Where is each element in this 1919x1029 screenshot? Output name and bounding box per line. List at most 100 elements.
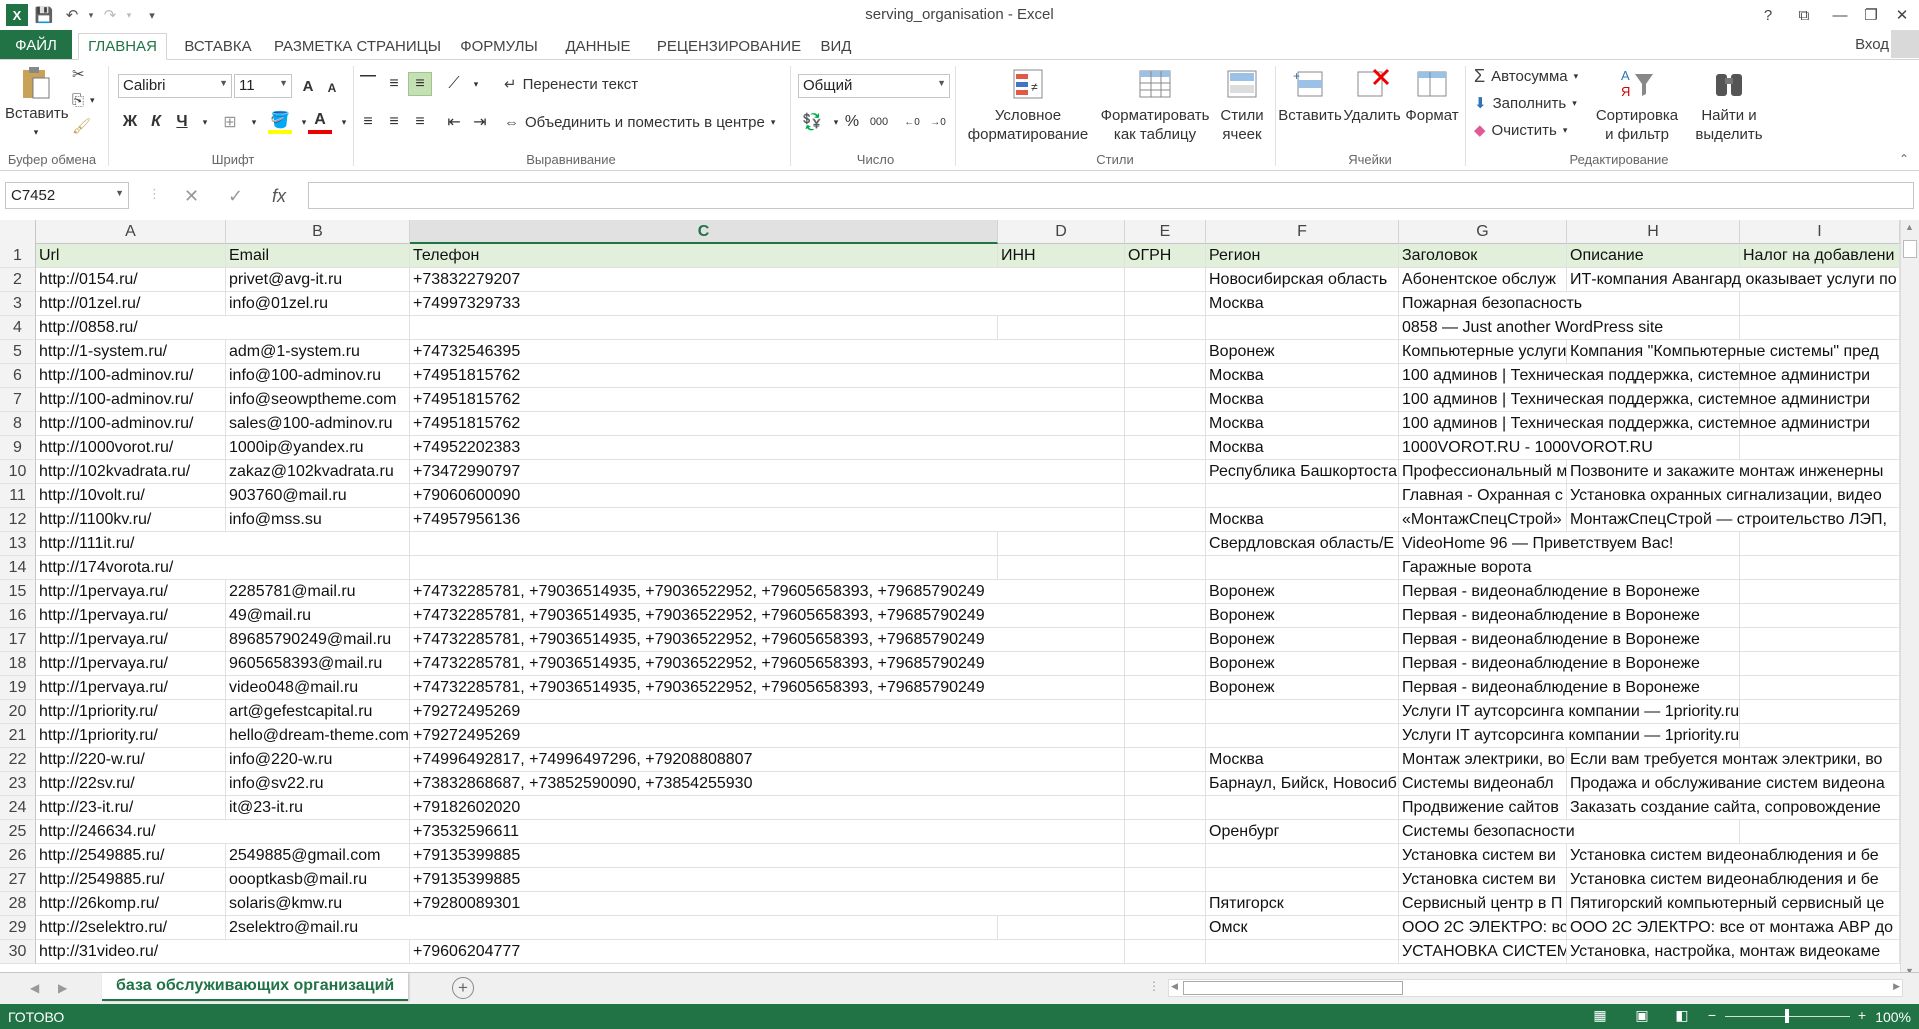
cell-a5[interactable]: http://1-system.ru/ xyxy=(36,340,226,364)
cell-c8[interactable]: +74951815762 xyxy=(410,412,1206,436)
cell-c20[interactable]: +79272495269 xyxy=(410,700,1399,724)
cell-f9[interactable]: Москва xyxy=(1206,436,1399,460)
scroll-up-icon[interactable]: ▲ xyxy=(1905,222,1914,232)
cell-a13[interactable]: http://111it.ru/ xyxy=(36,532,1206,556)
cell-a9[interactable]: http://1000vorot.ru/ xyxy=(36,436,226,460)
cell-f13[interactable]: Свердловская область/Е xyxy=(1206,532,1399,556)
enter-formula-icon[interactable]: ✓ xyxy=(228,186,243,207)
cell-c17[interactable]: +74732285781, +79036514935, +79036522952… xyxy=(410,628,1206,652)
cell-f22[interactable]: Москва xyxy=(1206,748,1399,772)
cell-c5[interactable]: +74732546395 xyxy=(410,340,1206,364)
cell-g29[interactable]: ООО 2С ЭЛЕКТРО: все xyxy=(1399,916,1567,940)
cell-c16[interactable]: +74732285781, +79036514935, +79036522952… xyxy=(410,604,1206,628)
align-right-icon[interactable]: ≡ xyxy=(408,110,432,134)
orientation-icon[interactable]: ⟋ xyxy=(442,72,466,96)
row-number[interactable]: 9 xyxy=(0,436,36,460)
cell-b21[interactable]: hello@dream-theme.com xyxy=(226,724,410,748)
page-layout-view-icon[interactable]: ▣ xyxy=(1632,1007,1652,1025)
cell-b28[interactable]: solaris@kmw.ru xyxy=(226,892,410,916)
cell-g8[interactable]: 100 админов | Техническая поддержка, сис… xyxy=(1399,412,1900,436)
row-number[interactable]: 4 xyxy=(0,316,36,340)
column-header-i[interactable]: I xyxy=(1740,220,1900,244)
number-format-combo[interactable]: Общий ▼ xyxy=(798,74,950,98)
cell-g11[interactable]: Главная - Охранная с xyxy=(1399,484,1567,508)
cell-f23[interactable]: Барнаул, Бийск, Новосиб xyxy=(1206,772,1399,796)
cell-f6[interactable]: Москва xyxy=(1206,364,1399,388)
align-bottom-icon[interactable]: ≡ xyxy=(408,72,432,96)
cell-a24[interactable]: http://23-it.ru/ xyxy=(36,796,226,820)
cell-c9[interactable]: +74952202383 xyxy=(410,436,1206,460)
row-number[interactable]: 22 xyxy=(0,748,36,772)
cell-g14[interactable]: Гаражные ворота xyxy=(1399,556,1900,580)
column-header-f[interactable]: F xyxy=(1206,220,1399,244)
row-number[interactable]: 10 xyxy=(0,460,36,484)
cell-g22[interactable]: Монтаж электрики, во xyxy=(1399,748,1567,772)
insert-function-button[interactable]: fx xyxy=(272,186,286,207)
clear-button[interactable]: ◆ Очистить ▾ xyxy=(1474,118,1567,142)
row-number[interactable]: 3 xyxy=(0,292,36,316)
increase-decimal-icon[interactable]: ←0 xyxy=(900,110,924,134)
cell-f17[interactable]: Воронеж xyxy=(1206,628,1399,652)
italic-button[interactable]: К xyxy=(144,110,168,134)
cell-f15[interactable]: Воронеж xyxy=(1206,580,1399,604)
bold-button[interactable]: Ж xyxy=(118,110,142,134)
row-number[interactable]: 30 xyxy=(0,940,36,964)
tab-view[interactable]: ВИД xyxy=(815,33,857,60)
cell-a20[interactable]: http://1priority.ru/ xyxy=(36,700,226,724)
cell-c3[interactable]: +74997329733 xyxy=(410,292,1206,316)
tab-home[interactable]: ГЛАВНАЯ xyxy=(78,33,167,60)
cell-a16[interactable]: http://1pervaya.ru/ xyxy=(36,604,226,628)
cell-b20[interactable]: art@gefestcapital.ru xyxy=(226,700,410,724)
cell-g18[interactable]: Первая - видеонаблюдение в Воронеже xyxy=(1399,652,1900,676)
font-name-combo[interactable]: Calibri ▼ xyxy=(118,74,232,98)
row-number[interactable]: 12 xyxy=(0,508,36,532)
cell-h24[interactable]: Заказать создание сайта, сопровождение xyxy=(1567,796,1900,820)
cell-g27[interactable]: Установка систем ви xyxy=(1399,868,1567,892)
cell-a26[interactable]: http://2549885.ru/ xyxy=(36,844,226,868)
fill-color-icon[interactable]: 🪣 xyxy=(268,110,292,134)
cell-h27[interactable]: Установка систем видеонаблюдения и бе xyxy=(1567,868,1900,892)
cell-b19[interactable]: video048@mail.ru xyxy=(226,676,410,700)
cell-b15[interactable]: 2285781@mail.ru xyxy=(226,580,410,604)
cell-a10[interactable]: http://102kvadrata.ru/ xyxy=(36,460,226,484)
cell-b17[interactable]: 89685790249@mail.ru xyxy=(226,628,410,652)
cell-a8[interactable]: http://100-adminov.ru/ xyxy=(36,412,226,436)
cell-g17[interactable]: Первая - видеонаблюдение в Воронеже xyxy=(1399,628,1900,652)
cell-a30[interactable]: http://31video.ru/ xyxy=(36,940,410,964)
cell-g2[interactable]: Абонентское обслуж xyxy=(1399,268,1567,292)
horizontal-scrollbar[interactable]: ◀ ▶ xyxy=(1168,979,1903,997)
wrap-text-button[interactable]: ↵ Перенести текст xyxy=(504,72,638,96)
zoom-out-button[interactable]: − xyxy=(1702,1007,1722,1025)
scroll-right-icon[interactable]: ▶ xyxy=(1893,981,1900,992)
cell-a2[interactable]: http://0154.ru/ xyxy=(36,268,226,292)
name-box[interactable]: C7452 ▼ xyxy=(5,182,129,209)
cell-h10[interactable]: Позвоните и закажите монтаж инженерны xyxy=(1567,460,1900,484)
cell-f3[interactable]: Москва xyxy=(1206,292,1399,316)
cell-c18[interactable]: +74732285781, +79036514935, +79036522952… xyxy=(410,652,1206,676)
cell-h11[interactable]: Установка охранных сигнализации, видео xyxy=(1567,484,1900,508)
cell-g30[interactable]: УСТАНОВКА СИСТЕМ xyxy=(1399,940,1567,964)
cell-g6[interactable]: 100 админов | Техническая поддержка, сис… xyxy=(1399,364,1900,388)
cell-b9[interactable]: 1000ip@yandex.ru xyxy=(226,436,410,460)
align-center-icon[interactable]: ≡ xyxy=(382,110,406,134)
cell-g25[interactable]: Системы безопасности xyxy=(1399,820,1900,844)
copy-icon[interactable]: ⎘ ▾ xyxy=(72,88,95,112)
fill-button[interactable]: ⬇ Заполнить ▾ xyxy=(1474,91,1577,115)
borders-icon[interactable]: ⊞ xyxy=(218,110,242,134)
zoom-level[interactable]: 100% xyxy=(1875,1009,1911,1025)
row-number[interactable]: 28 xyxy=(0,892,36,916)
normal-view-icon[interactable]: ▦ xyxy=(1590,1007,1610,1025)
cell-c30[interactable]: +79606204777 xyxy=(410,940,1399,964)
cell-h28[interactable]: Пятигорский компьютерный сервисный це xyxy=(1567,892,1900,916)
format-painter-icon[interactable]: 🖌 xyxy=(72,114,91,138)
page-break-view-icon[interactable]: ◧ xyxy=(1672,1007,1692,1025)
vertical-scroll-thumb[interactable] xyxy=(1903,240,1917,258)
row-number[interactable]: 1 xyxy=(0,244,36,268)
cell-a19[interactable]: http://1pervaya.ru/ xyxy=(36,676,226,700)
cell-a23[interactable]: http://22sv.ru/ xyxy=(36,772,226,796)
cell-g26[interactable]: Установка систем ви xyxy=(1399,844,1567,868)
row-number[interactable]: 13 xyxy=(0,532,36,556)
increase-indent-icon[interactable]: ⇥ xyxy=(468,110,492,134)
row-number[interactable]: 23 xyxy=(0,772,36,796)
orientation-dropdown-icon[interactable]: ▾ xyxy=(464,72,488,96)
